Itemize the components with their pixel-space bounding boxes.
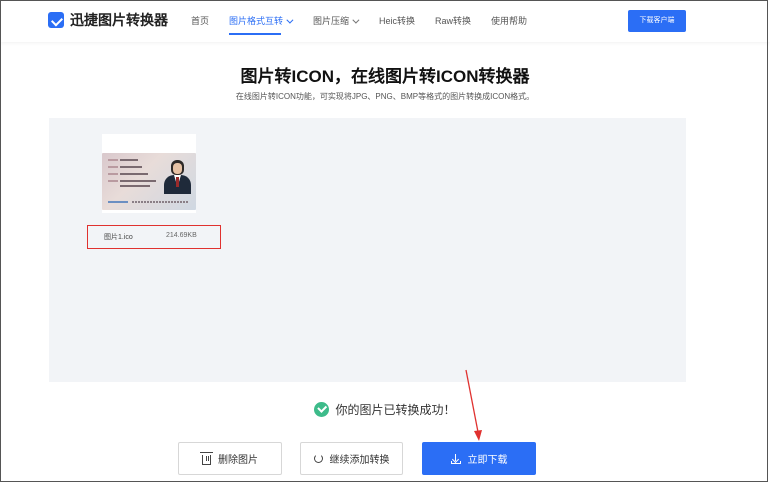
annotation-arrow-head xyxy=(474,430,482,441)
annotation-arrow xyxy=(465,369,482,441)
annotation-arrow-line xyxy=(465,369,479,433)
